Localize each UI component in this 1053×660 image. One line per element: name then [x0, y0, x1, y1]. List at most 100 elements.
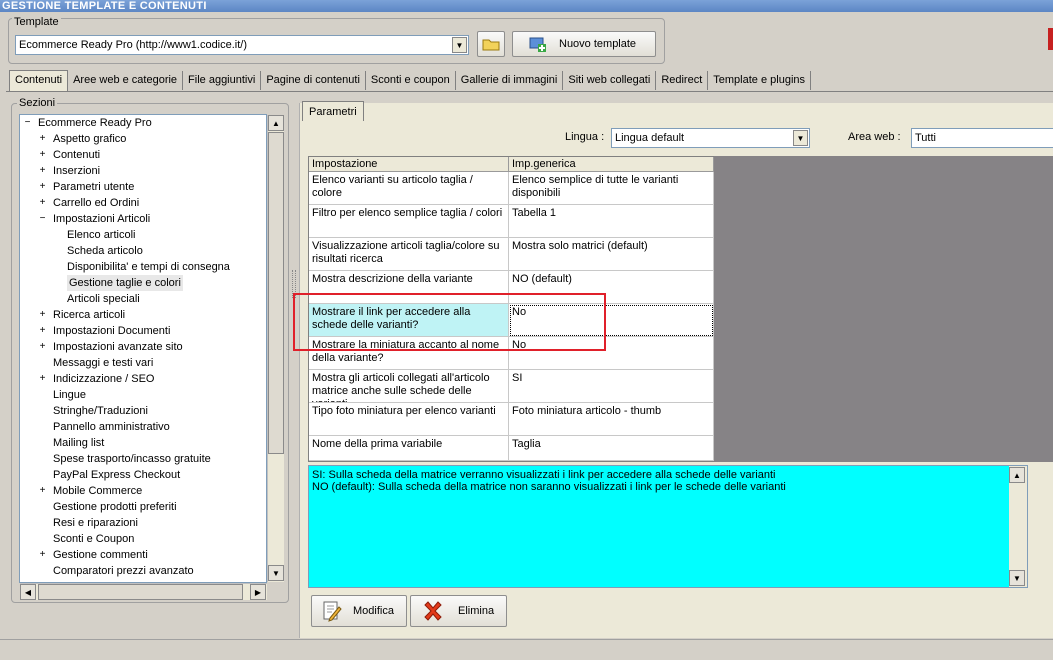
tree-node[interactable]: Resi e riparazioni — [53, 515, 138, 531]
setting-cell[interactable]: Tipo foto miniatura per elenco varianti — [309, 403, 509, 436]
description-scrollbar[interactable]: ▲ ▼ — [1009, 466, 1027, 587]
tab-pagine-contenuti[interactable]: Pagine di contenuti — [261, 71, 366, 90]
expand-icon[interactable]: + — [38, 310, 47, 320]
tab-aree-web[interactable]: Aree web e categorie — [68, 71, 184, 90]
column-header-value[interactable]: Imp.generica — [509, 157, 714, 172]
scroll-right-icon[interactable]: ▶ — [250, 584, 266, 600]
template-select[interactable]: Ecommerce Ready Pro (http://www1.codice.… — [15, 35, 469, 55]
highlight-box — [293, 293, 606, 351]
chevron-down-icon[interactable]: ▼ — [793, 130, 808, 146]
scroll-up-icon[interactable]: ▲ — [268, 115, 284, 131]
tab-file-aggiuntivi[interactable]: File aggiuntivi — [183, 71, 262, 90]
lingua-select[interactable]: Lingua default ▼ — [611, 128, 810, 148]
tree-node[interactable]: Lingue — [53, 387, 86, 403]
description-line: NO (default): Sulla scheda della matrice… — [312, 481, 786, 493]
tab-siti-collegati[interactable]: Siti web collegati — [563, 71, 657, 90]
edit-icon — [321, 600, 343, 622]
tree-node[interactable]: Comparatori prezzi avanzato — [53, 563, 194, 579]
tree-node[interactable]: Mailing list — [53, 435, 104, 451]
expand-icon[interactable]: + — [38, 182, 47, 192]
tree-node[interactable]: Articoli speciali — [67, 291, 140, 307]
area-web-select[interactable]: Tutti — [911, 128, 1053, 148]
setting-cell[interactable]: Mostra gli articoli collegati all'artico… — [309, 370, 509, 403]
tree-node[interactable]: Parametri utente — [53, 179, 134, 195]
tree-node[interactable]: Gestione prodotti preferiti — [53, 499, 177, 515]
tree-node[interactable]: Messaggi e testi vari — [53, 355, 153, 371]
expand-icon[interactable]: + — [38, 342, 47, 352]
setting-cell[interactable]: Filtro per elenco semplice taglia / colo… — [309, 205, 509, 238]
tree-node[interactable]: Indicizzazione / SEO — [53, 371, 155, 387]
tree-node[interactable]: Gestione taglie e colori — [67, 275, 183, 291]
chevron-down-icon[interactable]: ▼ — [452, 37, 467, 53]
tree-node[interactable]: Disponibilita' e tempi di consegna — [67, 259, 230, 275]
tree-vertical-scrollbar[interactable]: ▲ ▼ — [267, 115, 284, 582]
column-header-setting[interactable]: Impostazione — [309, 157, 509, 172]
delete-label: Elimina — [458, 605, 495, 617]
window-title: GESTIONE TEMPLATE E CONTENUTI — [0, 0, 1053, 12]
tab-contenuti[interactable]: Contenuti — [9, 70, 69, 91]
tree-node[interactable]: Ricerca articoli — [53, 307, 125, 323]
setting-cell[interactable]: Nome della prima variabile — [309, 436, 509, 461]
tab-gallerie[interactable]: Gallerie di immagini — [456, 71, 564, 90]
value-cell[interactable]: Mostra solo matrici (default) — [509, 238, 714, 271]
tab-sconti-coupon[interactable]: Sconti e coupon — [366, 71, 456, 90]
scroll-down-icon[interactable]: ▼ — [1009, 570, 1025, 586]
status-bar — [0, 639, 1053, 660]
tree-hscroll-thumb[interactable] — [38, 584, 243, 600]
tree-node[interactable]: Aspetto grafico — [53, 131, 126, 147]
tree-node[interactable]: PayPal Express Checkout — [53, 467, 180, 483]
collapse-icon[interactable]: − — [38, 214, 47, 224]
tree-node[interactable]: Contenuti — [53, 147, 100, 163]
setting-cell[interactable]: Visualizzazione articoli taglia/colore s… — [309, 238, 509, 271]
value-cell[interactable]: Taglia — [509, 436, 714, 461]
delete-button[interactable]: Elimina — [410, 595, 507, 627]
tree-node[interactable]: Gestione commenti — [53, 547, 148, 563]
value-cell[interactable]: SI — [509, 370, 714, 403]
sections-tree[interactable]: − Ecommerce Ready Pro + Aspetto grafico + Con… — [19, 114, 267, 583]
expand-icon[interactable]: + — [38, 374, 47, 384]
description-box[interactable]: SI: Sulla scheda della matrice verranno … — [308, 465, 1028, 588]
value-cell[interactable]: Tabella 1 — [509, 205, 714, 238]
close-corner[interactable] — [1048, 28, 1053, 50]
tree-node[interactable]: Impostazioni Documenti — [53, 323, 170, 339]
tree-node[interactable]: Impostazioni Articoli — [53, 211, 150, 227]
expand-icon[interactable]: + — [38, 134, 47, 144]
open-folder-button[interactable] — [477, 31, 505, 57]
expand-icon[interactable]: + — [38, 486, 47, 496]
tree-scroll-thumb[interactable] — [268, 132, 284, 454]
tree-node[interactable]: Inserzioni — [53, 163, 100, 179]
setting-cell[interactable]: Elenco varianti su articolo taglia / col… — [309, 172, 509, 205]
scroll-left-icon[interactable]: ◀ — [20, 584, 36, 600]
tree-horizontal-scrollbar[interactable]: ◀ ▶ — [20, 583, 267, 600]
value-cell[interactable]: Foto miniatura articolo - thumb — [509, 403, 714, 436]
tree-node[interactable]: Ecommerce Ready Pro — [38, 115, 152, 131]
collapse-icon[interactable]: − — [23, 118, 32, 128]
tab-redirect[interactable]: Redirect — [656, 71, 709, 90]
expand-icon[interactable]: + — [38, 150, 47, 160]
expand-icon[interactable]: + — [38, 326, 47, 336]
modify-button[interactable]: Modifica — [311, 595, 407, 627]
folder-icon — [482, 37, 500, 51]
tree-node[interactable]: Mobile Commerce — [53, 483, 142, 499]
new-template-button[interactable]: Nuovo template — [512, 31, 656, 57]
tree-node[interactable]: Spese trasporto/incasso gratuite — [53, 451, 211, 467]
tree-node[interactable]: Scheda articolo — [67, 243, 143, 259]
tab-template-plugins[interactable]: Template e plugins — [708, 71, 812, 90]
scroll-down-icon[interactable]: ▼ — [268, 565, 284, 581]
tree-node[interactable]: Pannello amministrativo — [53, 419, 170, 435]
tree-node[interactable]: Carrello ed Ordini — [53, 195, 139, 211]
tree-node[interactable]: Stringhe/Traduzioni — [53, 403, 148, 419]
tree-node[interactable]: Elenco articoli — [67, 227, 135, 243]
template-legend: Template — [12, 16, 61, 28]
scroll-up-icon[interactable]: ▲ — [1009, 467, 1025, 483]
expand-icon[interactable]: + — [38, 166, 47, 176]
delete-x-icon — [422, 600, 444, 622]
tree-node[interactable]: Sconti e Coupon — [53, 531, 134, 547]
area-web-select-value: Tutti — [915, 132, 936, 144]
tab-parametri[interactable]: Parametri — [302, 101, 364, 121]
description-line: SI: Sulla scheda della matrice verranno … — [312, 469, 776, 481]
expand-icon[interactable]: + — [38, 198, 47, 208]
value-cell[interactable]: Elenco semplice di tutte le varianti dis… — [509, 172, 714, 205]
expand-icon[interactable]: + — [38, 550, 47, 560]
tree-node[interactable]: Impostazioni avanzate sito — [53, 339, 183, 355]
